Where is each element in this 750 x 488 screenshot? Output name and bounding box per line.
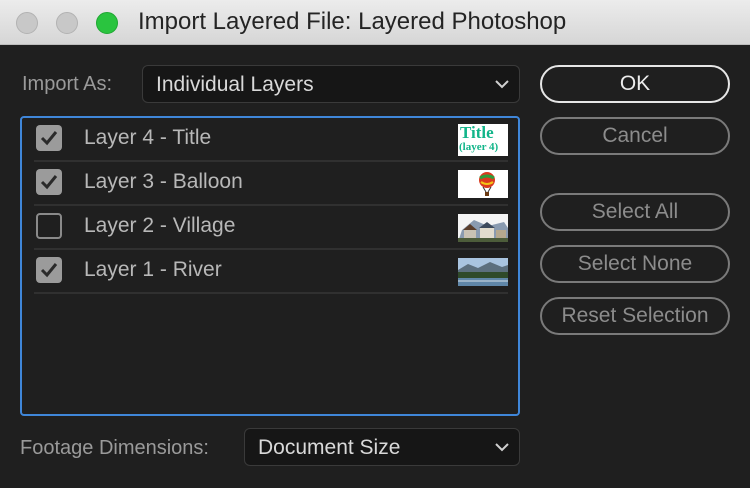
layer-checkbox[interactable] — [36, 257, 62, 283]
cancel-button[interactable]: Cancel — [540, 117, 730, 155]
checkmark-icon — [40, 131, 58, 146]
layer-row[interactable]: Layer 2 - Village — [34, 206, 508, 250]
layer-row[interactable]: Layer 3 - Balloon — [34, 162, 508, 206]
layer-thumbnail — [458, 170, 508, 198]
ok-button[interactable]: OK — [540, 65, 730, 103]
thumbnail-text: Title — [460, 124, 494, 142]
close-window-button[interactable] — [16, 12, 38, 34]
layer-thumbnail: Title (layer 4) — [458, 124, 508, 156]
layer-row[interactable]: Layer 4 - Title Title (layer 4) — [34, 118, 508, 162]
river-icon — [458, 258, 508, 286]
title-bar[interactable]: Import Layered File: Layered Photoshop — [0, 0, 750, 45]
layer-list[interactable]: Layer 4 - Title Title (layer 4) Layer 3 … — [20, 116, 520, 416]
window-title: Import Layered File: Layered Photoshop — [138, 8, 567, 35]
layer-label: Layer 4 - Title — [84, 126, 212, 149]
layer-checkbox[interactable] — [36, 213, 62, 239]
minimize-window-button[interactable] — [56, 12, 78, 34]
layer-thumbnail — [458, 258, 508, 286]
layer-label: Layer 2 - Village — [84, 214, 236, 237]
select-none-button[interactable]: Select None — [540, 245, 730, 283]
import-as-value: Individual Layers — [156, 73, 314, 96]
import-layered-file-dialog: Import Layered File: Layered Photoshop I… — [0, 0, 750, 488]
select-all-button[interactable]: Select All — [540, 193, 730, 231]
layer-label: Layer 1 - River — [84, 258, 222, 281]
checkmark-icon — [40, 175, 58, 190]
layer-thumbnail — [458, 214, 508, 242]
import-as-select[interactable]: Individual Layers — [142, 65, 520, 103]
thumbnail-subtext: (layer 4) — [459, 141, 499, 153]
chevron-down-icon — [495, 443, 509, 452]
layer-checkbox[interactable] — [36, 125, 62, 151]
layer-checkbox[interactable] — [36, 169, 62, 195]
layer-label: Layer 3 - Balloon — [84, 170, 243, 193]
village-icon — [458, 214, 508, 242]
import-as-label: Import As: — [22, 73, 113, 95]
footage-dimensions-value: Document Size — [258, 436, 401, 459]
layer-row[interactable]: Layer 1 - River — [34, 250, 508, 294]
chevron-down-icon — [495, 80, 509, 89]
checkmark-icon — [40, 263, 58, 278]
footage-dimensions-select[interactable]: Document Size — [244, 428, 520, 466]
reset-selection-button[interactable]: Reset Selection — [540, 297, 730, 335]
balloon-icon — [479, 172, 495, 196]
footage-dimensions-label: Footage Dimensions: — [20, 437, 209, 459]
zoom-window-button[interactable] — [96, 12, 118, 34]
